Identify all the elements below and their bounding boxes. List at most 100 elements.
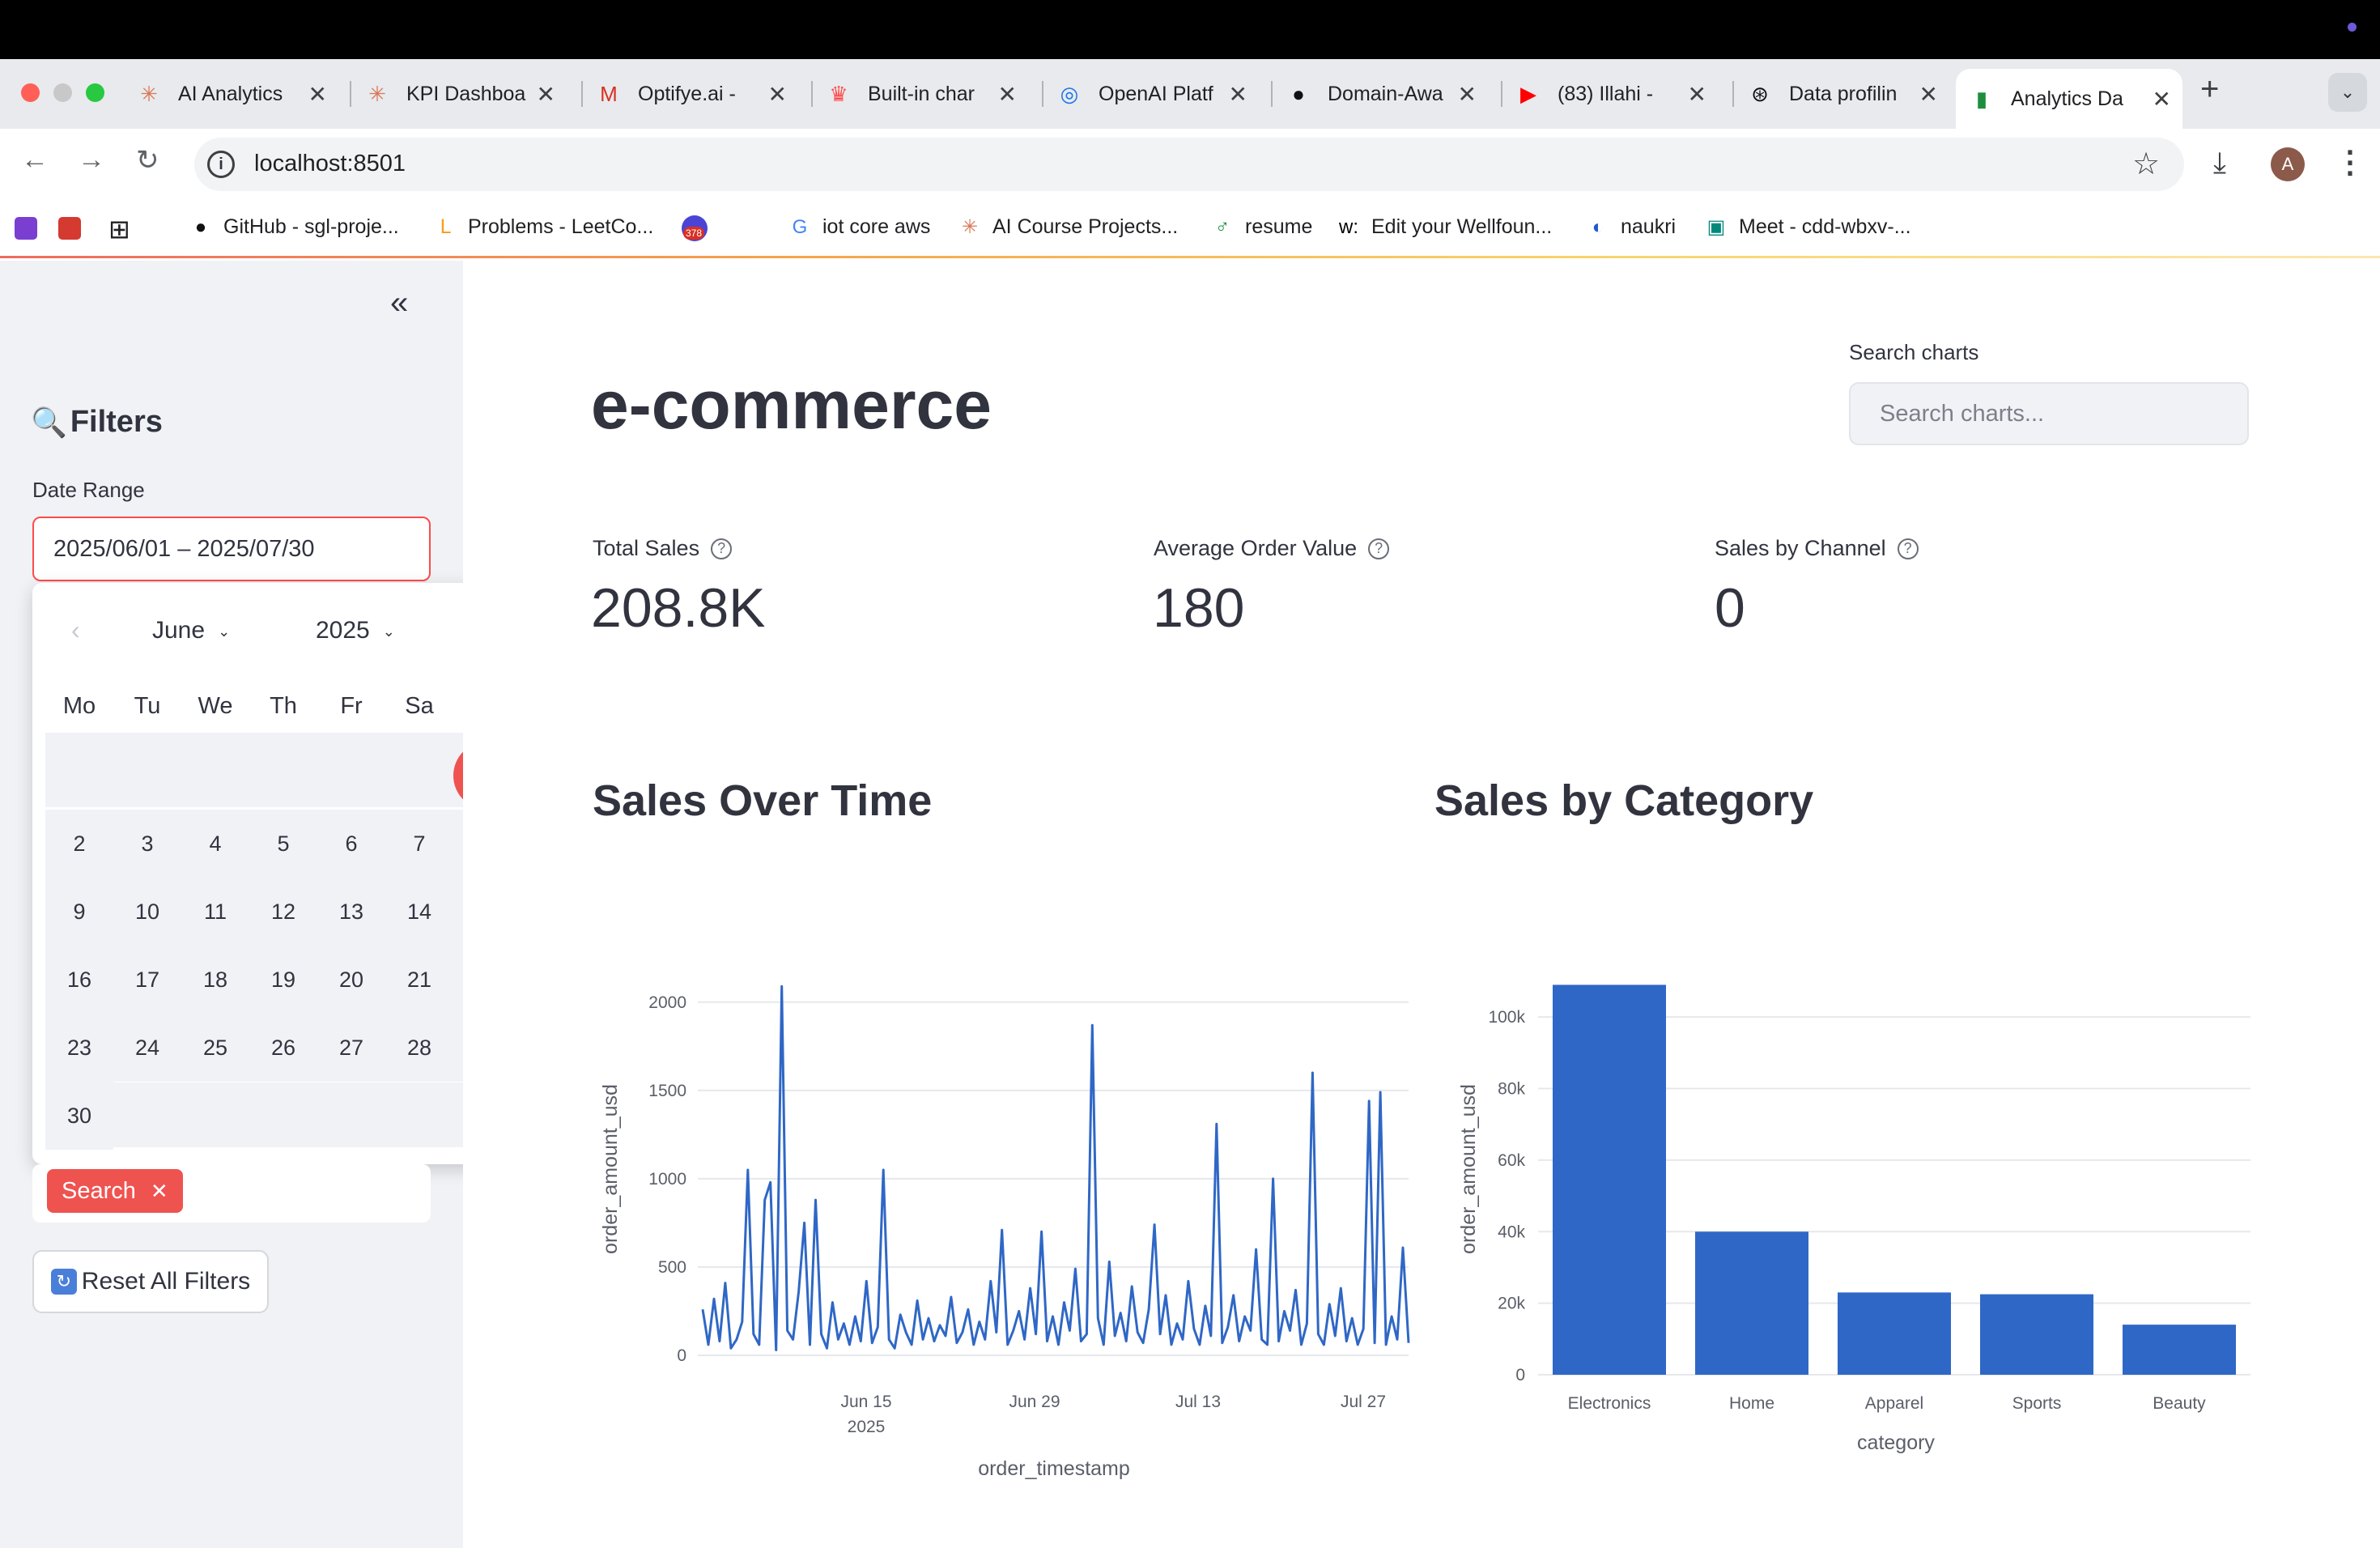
close-tab-icon[interactable]: ✕ — [1688, 81, 1706, 108]
close-tab-icon[interactable]: ✕ — [998, 81, 1017, 108]
calendar-day[interactable]: 27 — [317, 1014, 385, 1082]
collapse-sidebar-icon[interactable]: « — [390, 285, 408, 321]
x-tick-label: Home — [1729, 1394, 1774, 1413]
download-icon[interactable]: ⤓ — [2213, 146, 2226, 181]
close-tab-icon[interactable]: ✕ — [1229, 81, 1247, 108]
date-range-input[interactable]: 2025/06/01 – 2025/07/30 — [32, 517, 431, 581]
browser-tab[interactable]: ⊛ Data profilin ✕ — [1749, 71, 1943, 117]
close-tab-icon[interactable]: ✕ — [768, 81, 787, 108]
previous-month-icon[interactable]: ‹ — [71, 615, 80, 645]
search-charts-input[interactable] — [1849, 382, 2249, 445]
close-tab-icon[interactable]: ✕ — [537, 81, 555, 108]
calendar-day[interactable]: 4 — [181, 810, 249, 878]
bookmark-item[interactable]: ● GitHub - sgl-proje... — [189, 215, 399, 239]
calendar-day[interactable]: 10 — [113, 878, 181, 946]
calendar-day[interactable]: 6 — [317, 810, 385, 878]
bookmark-item[interactable]: 378 — [682, 215, 708, 241]
selected-chip[interactable]: Search ✕ — [47, 1169, 183, 1213]
sales-by-category-chart[interactable]: 0 20k 40k 60k 80k 100k Electronics Home Apparel S… — [1425, 931, 2267, 1498]
bar-electronics[interactable] — [1553, 985, 1666, 1375]
browser-tab[interactable]: ● Domain-Awa ✕ — [1287, 71, 1481, 117]
y-tick-label: 40k — [1498, 1223, 1525, 1241]
y-tick-label: 60k — [1498, 1151, 1525, 1170]
calendar-day[interactable]: 14 — [385, 878, 453, 946]
calendar-day[interactable]: 24 — [113, 1014, 181, 1082]
back-icon[interactable]: ← — [21, 144, 49, 176]
close-tab-icon[interactable]: ✕ — [1458, 81, 1477, 108]
calendar-day[interactable]: 5 — [249, 810, 317, 878]
calendar-day[interactable]: 17 — [113, 946, 181, 1014]
calendar-day[interactable]: 3 — [113, 810, 181, 878]
browser-tab[interactable]: ◎ OpenAI Platf ✕ — [1058, 71, 1252, 117]
calendar-day[interactable]: 7 — [385, 810, 453, 878]
bookmark-item[interactable]: ◐ naukri — [1587, 215, 1676, 239]
bookmark-item[interactable]: Giot core aws — [788, 215, 931, 239]
calendar-day[interactable]: 21 — [385, 946, 453, 1014]
browser-tab[interactable]: ✳ AI Analytics ✕ — [138, 71, 332, 117]
bar-beauty[interactable] — [2123, 1325, 2236, 1375]
calendar-day[interactable]: 30 — [45, 1082, 113, 1150]
y-tick-label: 100k — [1488, 1008, 1525, 1027]
bookmark-item[interactable]: ▣ Meet - cdd-wbxv-... — [1705, 215, 1911, 239]
profile-avatar[interactable]: A — [2271, 147, 2305, 181]
forward-icon[interactable]: → — [78, 144, 105, 176]
calendar-day[interactable]: 25 — [181, 1014, 249, 1082]
chatgpt-icon: ⊛ — [1751, 81, 1769, 106]
maximize-window-button[interactable] — [86, 83, 104, 102]
bookmark-item[interactable]: ✳ AI Course Projects... — [958, 215, 1178, 239]
url-text[interactable]: localhost:8501 — [254, 151, 406, 177]
close-tab-icon[interactable]: ✕ — [308, 81, 327, 108]
sales-over-time-chart[interactable]: 0 500 1000 1500 2000 Jun 15 2025 Jun 29 Jul 13 Ju… — [567, 931, 1425, 1498]
y-tick-label: 1000 — [648, 1170, 686, 1189]
calendar-day[interactable]: 13 — [317, 878, 385, 946]
address-bar[interactable] — [194, 138, 2184, 191]
browser-tab[interactable]: ♛ Built-in char ✕ — [827, 71, 1022, 117]
minimize-window-button[interactable] — [53, 83, 72, 102]
calendar-day[interactable]: 23 — [45, 1014, 113, 1082]
x-axis-title: order_timestamp — [978, 1457, 1130, 1480]
help-icon[interactable]: ? — [711, 538, 733, 559]
bookmark-item[interactable]: ᒪ Problems - LeetCo... — [434, 215, 653, 239]
browser-tab[interactable]: ▶ (83) Illahi - ✕ — [1517, 71, 1711, 117]
close-tab-icon[interactable]: ✕ — [2153, 86, 2171, 113]
reload-icon[interactable]: ↻ — [136, 144, 159, 176]
calendar-day[interactable]: 12 — [249, 878, 317, 946]
calendar-day[interactable]: 26 — [249, 1014, 317, 1082]
chip-remove-icon[interactable]: ✕ — [151, 1179, 168, 1204]
bookmark-item[interactable]: ♂ resume — [1211, 215, 1312, 239]
calendar-day[interactable]: 2 — [45, 810, 113, 878]
calendar-day[interactable]: 20 — [317, 946, 385, 1014]
calendar-day[interactable]: 19 — [249, 946, 317, 1014]
calendar-day[interactable]: 9 — [45, 878, 113, 946]
bar-sports[interactable] — [1980, 1294, 2093, 1375]
help-icon[interactable]: ? — [1897, 538, 1919, 559]
new-tab-button[interactable]: + — [2200, 71, 2219, 108]
github-icon: ● — [1292, 81, 1305, 106]
browser-tab[interactable]: M Optifye.ai - ✕ — [597, 71, 792, 117]
bar-apparel[interactable] — [1838, 1292, 1951, 1375]
calendar-day[interactable]: 11 — [181, 878, 249, 946]
browser-tab[interactable]: ✳ KPI Dashboa ✕ — [366, 71, 560, 117]
tab-search-button[interactable]: ⌄ — [2328, 73, 2367, 112]
extension-purple-icon[interactable] — [15, 217, 37, 240]
tab-separator — [1501, 81, 1502, 107]
bookmark-star-icon[interactable]: ☆ — [2132, 146, 2160, 182]
metric-label-text: Sales by Channel — [1715, 536, 1886, 560]
browser-menu-icon[interactable]: ⋮ — [2335, 144, 2365, 181]
apps-grid-icon[interactable]: ⊞ — [108, 214, 130, 245]
reset-filters-button[interactable]: ↻ Reset All Filters — [32, 1250, 269, 1313]
site-info-icon[interactable]: i — [207, 151, 235, 178]
month-select[interactable]: June ⌄ — [152, 617, 230, 644]
year-select[interactable]: 2025 ⌄ — [316, 617, 395, 644]
extension-red-icon[interactable] — [58, 217, 81, 240]
bar-home[interactable] — [1695, 1231, 1808, 1375]
calendar-day[interactable]: 16 — [45, 946, 113, 1014]
help-icon[interactable]: ? — [1368, 538, 1390, 559]
bookmark-item[interactable]: w: Edit your Wellfoun... — [1337, 215, 1552, 239]
calendar-day[interactable]: 18 — [181, 946, 249, 1014]
close-window-button[interactable] — [21, 83, 40, 102]
calendar-day[interactable]: 28 — [385, 1014, 453, 1082]
bookmark-label: Edit your Wellfoun... — [1371, 215, 1553, 238]
close-tab-icon[interactable]: ✕ — [1919, 81, 1938, 108]
browser-tab[interactable]: ▮ Analytics Da ✕ — [1956, 69, 2182, 129]
